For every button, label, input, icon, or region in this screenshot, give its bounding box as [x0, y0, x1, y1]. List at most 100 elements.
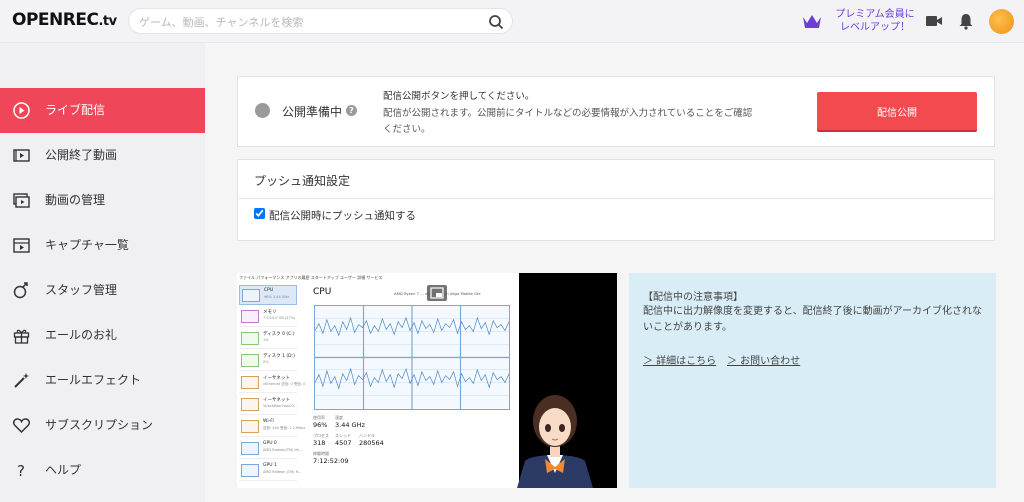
tm-item-title: CPU — [264, 288, 274, 293]
top-header: OPENREC.tv プレミアム会員に レベルアップ！ — [0, 0, 1024, 43]
stream-preview: ファイル パフォーマンス アプリの履歴 スタートアップ ユーザー 詳細 サービス… — [237, 273, 617, 488]
tm-item: イーサネット vEthernet 送信: 0 受信: 0 — [239, 373, 305, 393]
tm-item-sub: 1% — [263, 338, 269, 342]
vtuber-avatar — [517, 395, 593, 488]
user-avatar[interactable] — [989, 9, 1014, 34]
search-box — [128, 8, 513, 34]
tm-thumb — [241, 464, 259, 477]
premium-line1: プレミアム会員に — [835, 9, 915, 20]
stat-value: 4507 — [335, 439, 352, 447]
tm-item-sub: 7.5/15.9 GB (47%) — [263, 316, 296, 320]
gift-icon — [13, 329, 30, 344]
premium-upgrade-link[interactable]: プレミアム会員に レベルアップ！ — [830, 8, 920, 34]
tm-item-sub: 送信: 440 受信: 1.2 Mbps — [263, 426, 306, 430]
publish-instruction: 配信公開ボタンを押してください。 — [383, 91, 535, 102]
logo-tv-text: .tv — [98, 14, 117, 29]
tm-item-sub: VirtualBox Host-O... — [263, 404, 298, 408]
tm-item: ディスク 0 (C:) 1% — [239, 329, 297, 349]
tm-item: ディスク 1 (D:) 0% — [239, 351, 297, 371]
tm-item-sub: AMD Radeon(TM) Ve... — [263, 448, 303, 452]
search-input[interactable] — [139, 13, 479, 31]
tm-item-title: GPU 1 — [263, 463, 277, 468]
tm-cpu-title: CPU — [313, 287, 332, 297]
question-icon: ? — [17, 462, 25, 480]
sidebar-item-yell-thanks[interactable]: エールのお礼 — [0, 313, 205, 358]
capture-icon — [13, 238, 30, 253]
tm-item-title: イーサネット — [263, 398, 290, 403]
video-camera-icon[interactable] — [925, 12, 943, 30]
help-icon[interactable]: ? — [346, 105, 357, 116]
tm-stats: 使用率 速度 96% 3.44 GHz プロセス スレッド ハンドル 318 4… — [313, 415, 513, 475]
tm-menu: ファイル パフォーマンス アプリの履歴 スタートアップ ユーザー 詳細 サービス — [239, 275, 383, 280]
video-manage-icon — [13, 193, 30, 208]
details-link[interactable]: ＞ 詳細はこちら — [643, 352, 716, 367]
contact-link[interactable]: ＞ お問い合わせ — [727, 352, 800, 367]
sidebar-item-ended-videos[interactable]: 公開終了動画 — [0, 133, 205, 178]
sidebar-item-label: スタッフ管理 — [45, 283, 118, 297]
tm-item-sub: 0% — [263, 360, 269, 364]
logo-text: OPENREC — [12, 10, 99, 30]
tm-thumb — [241, 442, 259, 455]
sidebar-item-label: ライブ配信 — [45, 103, 106, 117]
ended-video-icon — [13, 149, 30, 162]
tm-item-title: ディスク 1 (D:) — [263, 354, 295, 359]
push-settings-card: プッシュ通知設定 配信公開時にプッシュ通知する — [237, 159, 995, 241]
live-icon — [13, 102, 30, 119]
tm-item-title: ディスク 0 (C:) — [263, 332, 295, 337]
tm-item-title: メモリ — [263, 310, 277, 315]
tm-item: GPU 1 AMD Radeon (TM) R... — [239, 461, 301, 481]
sidebar-item-captures[interactable]: キャプチャ一覧 — [0, 223, 205, 268]
tm-item-sub: 96% 3.44 GHz — [264, 295, 289, 299]
tm-item: GPU 0 AMD Radeon(TM) Ve... — [239, 439, 302, 459]
tm-item-title: イーサネット — [263, 376, 290, 381]
publish-status-card: 公開準備中 ? 配信公開ボタンを押してください。 配信が公開されます。公開前にタ… — [237, 76, 995, 147]
svg-text:?: ? — [17, 462, 25, 480]
tm-item: CPU 96% 3.44 GHz — [239, 285, 297, 305]
push-settings-title: プッシュ通知設定 — [254, 174, 351, 188]
crown-icon[interactable] — [802, 12, 822, 30]
sidebar-item-label: サブスクリプション — [45, 418, 154, 432]
push-notify-checkbox[interactable] — [254, 208, 265, 219]
heart-icon — [13, 418, 30, 434]
tm-thumb — [242, 289, 260, 302]
sidebar-item-live[interactable]: ライブ配信 — [0, 88, 205, 133]
divider — [238, 198, 994, 199]
stat-value: 280564 — [359, 439, 384, 447]
tm-thumb — [241, 420, 259, 433]
sidebar-item-video-manage[interactable]: 動画の管理 — [0, 178, 205, 223]
picture-in-picture-icon[interactable] — [427, 285, 447, 301]
notes-body: 配信中に出力解像度を変更すると、配信終了後に動画がアーカイブ化されないことがあり… — [643, 306, 982, 333]
staff-icon — [13, 282, 28, 299]
tm-item-sub: AMD Radeon (TM) R... — [263, 470, 302, 474]
search-icon[interactable] — [488, 14, 504, 30]
openrec-logo[interactable]: OPENREC.tv — [12, 10, 117, 30]
tm-thumb — [241, 354, 259, 367]
premium-line2: レベルアップ！ — [840, 22, 910, 33]
publish-note: 配信が公開されます。公開前にタイトルなどの必要情報が入力されていることをご確認く… — [383, 108, 753, 135]
sidebar-item-label: エールのお礼 — [45, 328, 118, 342]
tm-item: メモリ 7.5/15.9 GB (47%) — [239, 307, 297, 327]
sidebar-item-subscription[interactable]: サブスクリプション — [0, 403, 205, 448]
bell-icon[interactable] — [957, 12, 975, 30]
publish-button[interactable]: 配信公開 — [817, 92, 977, 130]
tm-item-title: Wi-Fi — [263, 419, 274, 424]
sidebar-item-label: 公開終了動画 — [45, 148, 118, 162]
cpu-usage-graph — [314, 305, 510, 410]
push-notify-label[interactable]: 配信公開時にプッシュ通知する — [269, 208, 416, 223]
tm-thumb — [241, 376, 259, 389]
sidebar-item-yell-effect[interactable]: エールエフェクト — [0, 358, 205, 403]
sidebar-item-label: エールエフェクト — [45, 373, 142, 387]
tm-thumb — [241, 310, 259, 323]
magic-wand-icon — [14, 373, 29, 388]
tm-thumb — [241, 332, 259, 345]
sidebar-item-help[interactable]: ? ヘルプ — [0, 448, 205, 493]
tm-item-title: GPU 0 — [263, 441, 277, 446]
stat-value: 3.44 GHz — [335, 421, 365, 429]
sidebar-item-staff[interactable]: スタッフ管理 — [0, 268, 205, 313]
sidebar-item-label: 動画の管理 — [45, 193, 106, 207]
task-manager-capture: ファイル パフォーマンス アプリの履歴 スタートアップ ユーザー 詳細 サービス… — [237, 273, 519, 488]
tm-item: イーサネット VirtualBox Host-O... — [239, 395, 297, 415]
status-label: 公開準備中 — [282, 105, 343, 119]
sidebar-item-label: キャプチャ一覧 — [45, 238, 129, 252]
streaming-notes-panel: 【配信中の注意事項】 配信中に出力解像度を変更すると、配信終了後に動画がアーカイ… — [629, 273, 996, 488]
